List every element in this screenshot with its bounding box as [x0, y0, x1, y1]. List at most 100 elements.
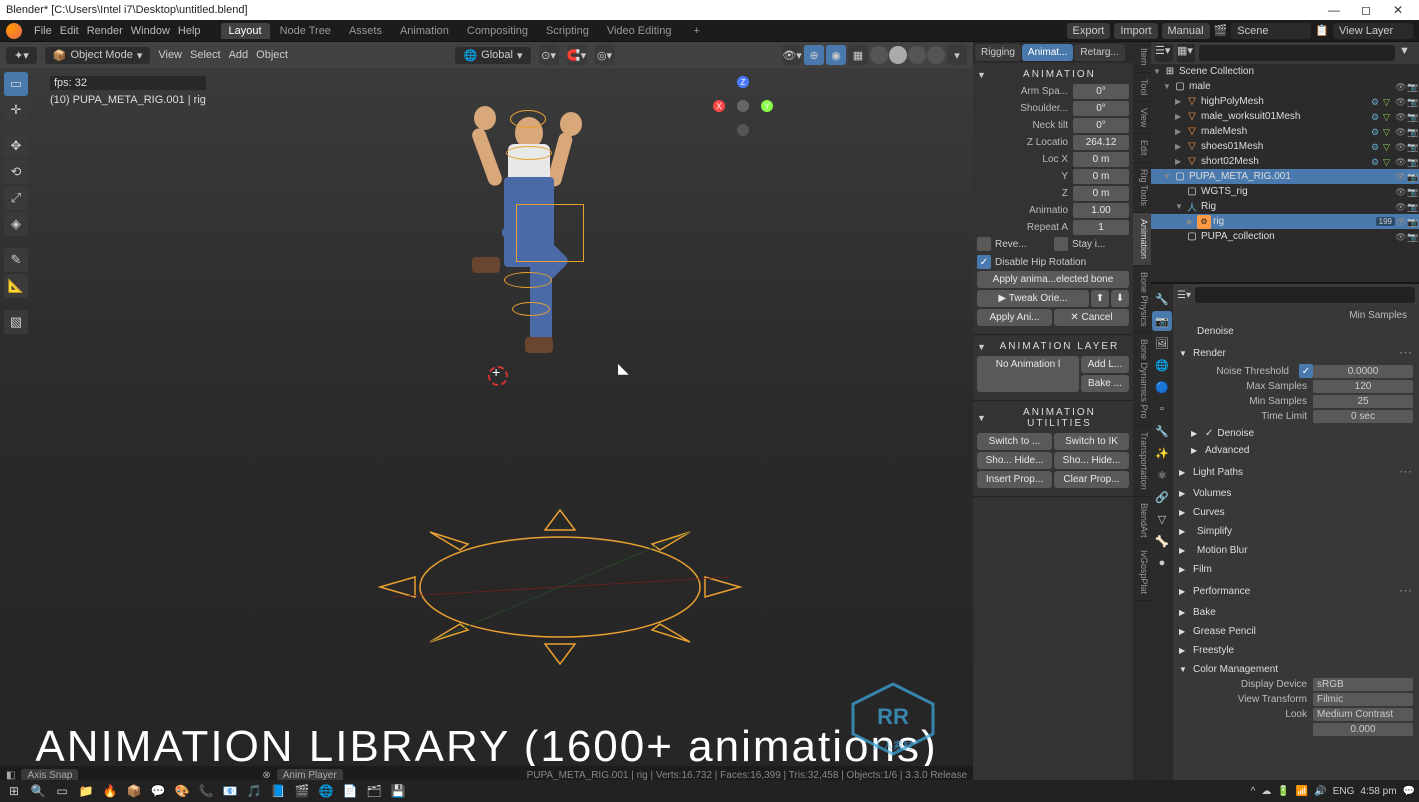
export-button[interactable]: Export	[1067, 23, 1111, 39]
outliner-row[interactable]: ▶⚙rig199👁📷	[1151, 214, 1419, 229]
outliner-row[interactable]: ▼▢PUPA_META_RIG.001👁📷	[1151, 169, 1419, 184]
gizmo-nz[interactable]	[737, 124, 749, 136]
3d-viewport[interactable]: ✦▾ 📦 Object Mode ▾ View Select Add Objec…	[0, 42, 973, 784]
app-icon-1[interactable]: 📁	[76, 781, 96, 801]
measure-tool[interactable]: 📐	[4, 274, 28, 298]
upload-icon-button[interactable]: ⬆	[1091, 290, 1109, 307]
prop-tab-render[interactable]: 🔧	[1152, 289, 1172, 309]
select-tool[interactable]: ▭	[4, 72, 28, 96]
gizmo-x[interactable]: X	[713, 100, 725, 112]
maximize-button[interactable]: ◻	[1351, 1, 1381, 19]
vtab-transportation[interactable]: Transportation	[1133, 426, 1151, 497]
cursor-tool[interactable]: ✛	[4, 98, 28, 122]
gizmo-toggle[interactable]: ⊕	[804, 45, 824, 65]
display-device-select[interactable]: sRGB	[1313, 678, 1413, 691]
prop-tab-world[interactable]: 🔵	[1152, 377, 1172, 397]
start-button[interactable]: ⊞	[4, 781, 24, 801]
prop-tab-particles[interactable]: ✨	[1152, 443, 1172, 463]
tray-lang[interactable]: ENG	[1333, 786, 1355, 797]
close-anim-icon[interactable]: ⊗	[262, 770, 270, 781]
bake-button[interactable]: Bake ...	[1081, 375, 1129, 392]
shading-options[interactable]: ▾	[947, 45, 967, 65]
outliner-row[interactable]: ▶▽shoes01Mesh⚙▽ 👁📷	[1151, 139, 1419, 154]
outliner-row[interactable]: ▼人Rig👁📷	[1151, 199, 1419, 214]
orientation-selector[interactable]: 🌐 Global ▾	[455, 47, 530, 64]
menu-render[interactable]: Render	[87, 25, 123, 37]
shoulder-input[interactable]: 0°	[1073, 101, 1129, 116]
annotate-tool[interactable]: ✎	[4, 248, 28, 272]
transform-tool[interactable]: ◈	[4, 212, 28, 236]
render-section[interactable]: Render	[1193, 348, 1226, 359]
lightpaths-section[interactable]: Light Paths	[1193, 467, 1243, 478]
outliner-type-icon[interactable]: ☰▾	[1155, 44, 1173, 62]
zloc-input[interactable]: 264.12	[1073, 135, 1129, 150]
pivot-button[interactable]: ⊙▾	[539, 45, 559, 65]
vtab-rigtools[interactable]: Rig Tools	[1133, 163, 1151, 213]
rendered-shading[interactable]	[927, 46, 945, 64]
select-vis-button[interactable]: 👁▾	[782, 45, 802, 65]
scene-selector[interactable]: Scene	[1231, 23, 1311, 39]
locy-input[interactable]: 0 m	[1073, 169, 1129, 184]
options-icon[interactable]: ⋯	[1399, 345, 1413, 361]
max-samples-input[interactable]: 120	[1313, 380, 1413, 393]
noise-thr-checkbox[interactable]: ✓	[1299, 364, 1313, 378]
outliner-display-icon[interactable]: ▦▾	[1177, 44, 1195, 62]
xray-toggle[interactable]: ▦	[848, 45, 868, 65]
tray-sound-icon[interactable]: 🔊	[1314, 786, 1326, 797]
app-icon-9[interactable]: 📘	[268, 781, 288, 801]
prop-tab-object[interactable]: ▫	[1152, 399, 1172, 419]
menu-file[interactable]: File	[34, 25, 52, 37]
disable-hip-checkbox[interactable]: ✓	[977, 255, 991, 269]
show-hide-1-button[interactable]: Sho... Hide...	[977, 452, 1052, 469]
apply-anim-long-button[interactable]: Apply anima...elected bone	[977, 271, 1129, 288]
app-icon-13[interactable]: 🗂	[364, 781, 384, 801]
proportional-button[interactable]: ◎▾	[595, 45, 615, 65]
vtab-edit[interactable]: Edit	[1133, 134, 1151, 163]
tray-battery-icon[interactable]: 🔋	[1277, 786, 1289, 797]
switch-fk-button[interactable]: Switch to ...	[977, 433, 1052, 450]
outliner-row[interactable]: ▢PUPA_collection👁📷	[1151, 229, 1419, 244]
vtab-bonedynamics[interactable]: Bone Dynamics Pro	[1133, 333, 1151, 426]
outliner-search-input[interactable]	[1199, 45, 1395, 61]
solid-shading[interactable]	[889, 46, 907, 64]
motionblur-section[interactable]: Motion Blur	[1197, 545, 1248, 556]
vtab-animation[interactable]: Animation	[1133, 213, 1151, 266]
view-transform-select[interactable]: Filmic	[1313, 693, 1413, 706]
tab-scripting[interactable]: Scripting	[538, 23, 597, 39]
overlay-toggle[interactable]: ◉	[826, 45, 846, 65]
app-icon-8[interactable]: 🎵	[244, 781, 264, 801]
viewport-menu-select[interactable]: Select	[190, 49, 221, 61]
tab-rigging[interactable]: Rigging	[975, 44, 1021, 61]
tray-time[interactable]: 4:58 pm	[1360, 786, 1396, 797]
viewport-menu-view[interactable]: View	[158, 49, 182, 61]
close-button[interactable]: ✕	[1383, 1, 1413, 19]
prop-tab-viewlayer[interactable]: 🖼	[1152, 333, 1172, 353]
animatio-input[interactable]: 1.00	[1073, 203, 1129, 218]
tab-video[interactable]: Video Editing	[599, 23, 680, 39]
volumes-section[interactable]: Volumes	[1193, 488, 1231, 499]
tray-cloud-icon[interactable]: ☁	[1261, 786, 1271, 797]
matprev-shading[interactable]	[908, 46, 926, 64]
download-icon-button[interactable]: ⬇	[1111, 290, 1129, 307]
no-anim-button[interactable]: No Animation l	[977, 356, 1079, 392]
neck-input[interactable]: 0°	[1073, 118, 1129, 133]
bake-section[interactable]: Bake	[1193, 607, 1216, 618]
options-icon[interactable]: ⋯	[1399, 583, 1413, 599]
outliner-row[interactable]: ▶▽maleMesh⚙▽ 👁📷	[1151, 124, 1419, 139]
noise-thr-input[interactable]: 0.0000	[1313, 365, 1413, 378]
outliner-scene-row[interactable]: ▼⊞Scene Collection	[1151, 64, 1419, 79]
app-icon-7[interactable]: 📧	[220, 781, 240, 801]
grease-section[interactable]: Grease Pencil	[1193, 626, 1256, 637]
tab-assets[interactable]: Assets	[341, 23, 390, 39]
import-button[interactable]: Import	[1114, 23, 1157, 39]
prop-tab-data[interactable]: ▽	[1152, 509, 1172, 529]
prop-tab-scene[interactable]: 🌐	[1152, 355, 1172, 375]
apply-anim-button[interactable]: Apply Ani...	[977, 309, 1052, 326]
tray-notif-icon[interactable]: 💬	[1403, 786, 1415, 797]
props-search-input[interactable]	[1195, 287, 1415, 303]
freestyle-section[interactable]: Freestyle	[1193, 645, 1234, 656]
gizmo-y[interactable]: Y	[761, 100, 773, 112]
denoise2-checkbox[interactable]: ✓	[1205, 428, 1213, 439]
tab-animation[interactable]: Animation	[392, 23, 457, 39]
tab-layout[interactable]: Layout	[221, 23, 270, 39]
